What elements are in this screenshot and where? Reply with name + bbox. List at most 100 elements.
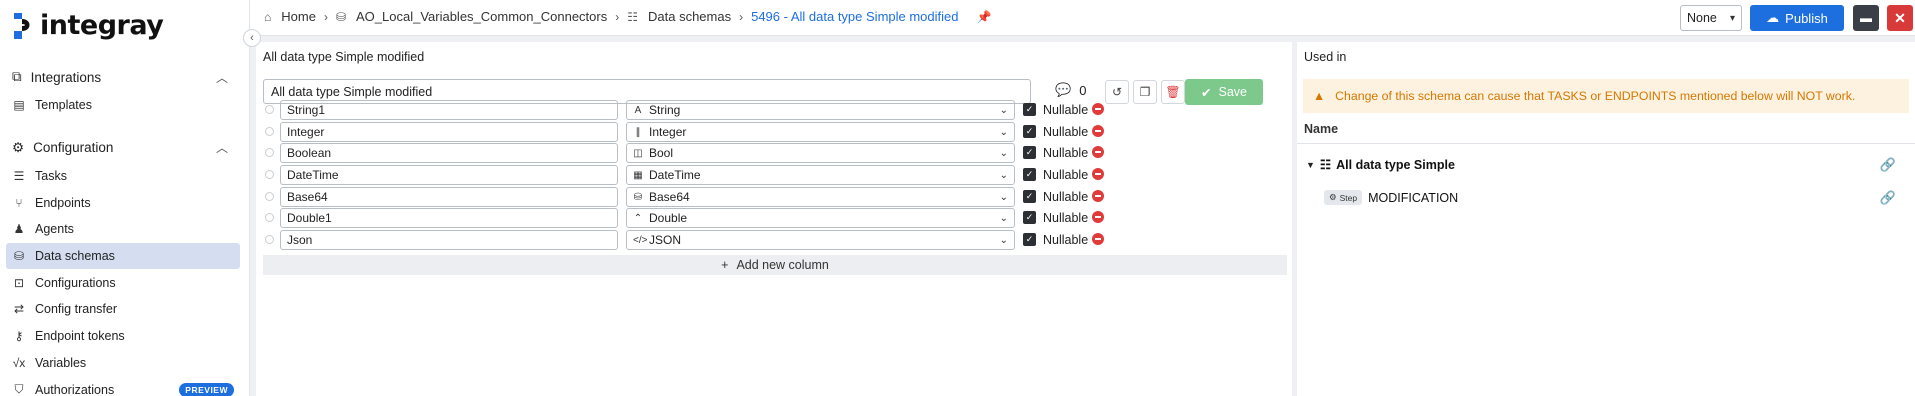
stage-select[interactable]: None ▾ <box>1680 5 1742 31</box>
column-type-select[interactable]: A String ⌄ <box>626 100 1015 120</box>
column-type-value: Base64 <box>649 190 690 204</box>
logo-text: integray <box>40 10 164 41</box>
remove-column-button[interactable] <box>1092 168 1104 180</box>
link-icon[interactable]: 🔗 <box>1880 190 1896 206</box>
drag-handle[interactable] <box>265 235 274 244</box>
sidebar-item-tasks[interactable]: ☰ Tasks <box>0 163 250 190</box>
chevron-down-icon: ⌄ <box>999 126 1008 138</box>
remove-column-button[interactable] <box>1092 146 1104 158</box>
integray-logo-icon <box>14 12 30 39</box>
chat-button[interactable]: ▬ <box>1853 5 1879 31</box>
drag-handle[interactable] <box>265 192 274 201</box>
sidebar-item-configurations[interactable]: ⊡ Configurations <box>0 269 250 296</box>
undo-icon: ↺ <box>1111 85 1123 99</box>
column-name-input[interactable]: DateTime <box>280 165 618 185</box>
column-row: Base64 ⛁ Base64 ⌄ ✓ Nullable <box>263 186 1293 208</box>
used-in-item[interactable]: ▼ ☷ All data type Simple 🔗 <box>1306 157 1906 173</box>
column-name-input[interactable]: Boolean <box>280 143 618 163</box>
nullable-checkbox[interactable]: ✓ <box>1023 168 1036 181</box>
column-type-value: JSON <box>649 233 682 247</box>
column-name-input[interactable]: Double1 <box>280 208 618 228</box>
sidebar-item-variables[interactable]: √x Variables <box>0 350 250 377</box>
nullable-checkbox[interactable]: ✓ <box>1023 125 1036 138</box>
remove-column-button[interactable] <box>1092 125 1104 137</box>
sidebar-item-endpoint-tokens[interactable]: ⚷ Endpoint tokens <box>0 323 250 350</box>
column-row: Double1 ⌃ Double ⌄ ✓ Nullable <box>263 207 1293 229</box>
nullable-label: Nullable <box>1043 168 1089 182</box>
drag-handle[interactable] <box>265 148 274 157</box>
remove-column-button[interactable] <box>1092 190 1104 202</box>
nav-group-integrations[interactable]: ⧉ Integrations ︿ <box>0 62 250 92</box>
column-row: String1 A String ⌄ ✓ Nullable <box>263 99 1293 121</box>
sidebar-nav: ⧉ Integrations ︿ ▤ Templates ⚙ Configura… <box>0 62 250 396</box>
drag-handle[interactable] <box>265 213 274 222</box>
column-type-value: String <box>649 103 681 117</box>
used-in-panel: Used in ▲ Change of this schema can caus… <box>1297 42 1915 396</box>
drag-handle[interactable] <box>265 170 274 179</box>
column-name-input[interactable]: Json <box>280 230 618 250</box>
sidebar-item-config-transfer[interactable]: ⇄ Config transfer <box>0 296 250 323</box>
sidebar-item-data-schemas[interactable]: ⛁ Data schemas <box>6 242 240 270</box>
pin-icon[interactable]: 📌 <box>977 10 992 24</box>
repository-icon: ⛁ <box>335 9 346 24</box>
nullable-checkbox[interactable]: ✓ <box>1023 103 1036 116</box>
column-name-input[interactable]: Integer <box>280 122 618 142</box>
column-row: Boolean ◫ Bool ⌄ ✓ Nullable <box>263 142 1293 164</box>
sidebar-item-endpoints[interactable]: ⑂ Endpoints <box>0 189 250 216</box>
configurations-icon: ⊡ <box>13 275 25 290</box>
nav-group-label: Integrations <box>30 69 102 85</box>
collapse-sidebar-button[interactable]: ‹ <box>243 29 261 47</box>
sidebar-item-label: Authorizations <box>35 382 115 396</box>
breadcrumb-data-schemas[interactable]: Data schemas <box>648 9 731 24</box>
gear-icon: ⚙ <box>12 139 25 155</box>
column-type-select[interactable]: </> JSON ⌄ <box>626 230 1015 250</box>
remove-column-button[interactable] <box>1092 211 1104 223</box>
nullable-checkbox[interactable]: ✓ <box>1023 233 1036 246</box>
caret-down-icon[interactable]: ▼ <box>1306 160 1315 170</box>
copy-icon: ❐ <box>1139 85 1151 99</box>
column-row: Json </> JSON ⌄ ✓ Nullable <box>263 229 1293 251</box>
remove-column-button[interactable] <box>1092 233 1104 245</box>
column-type-select[interactable]: ⛁ Base64 ⌄ <box>626 187 1015 207</box>
column-row: DateTime ▦ DateTime ⌄ ✓ Nullable <box>263 164 1293 186</box>
check-icon: ✔ <box>1201 85 1212 100</box>
nav-group-configuration[interactable]: ⚙ Configuration ︿ <box>0 133 250 163</box>
nullable-checkbox[interactable]: ✓ <box>1023 211 1036 224</box>
column-type-select[interactable]: ◫ Bool ⌄ <box>626 143 1015 163</box>
breadcrumb-repository[interactable]: AO_Local_Variables_Common_Connectors <box>356 9 607 24</box>
drag-handle[interactable] <box>265 105 274 114</box>
close-button[interactable]: ✕ <box>1887 5 1913 31</box>
column-type-select[interactable]: ∥ Integer ⌄ <box>626 122 1015 142</box>
used-in-step[interactable]: ⚙ Step MODIFICATION 🔗 <box>1324 190 1906 205</box>
remove-column-button[interactable] <box>1092 103 1104 115</box>
column-name-input[interactable]: String1 <box>280 100 618 120</box>
column-type-select[interactable]: ▦ DateTime ⌄ <box>626 165 1015 185</box>
column-name-input[interactable]: Base64 <box>280 187 618 207</box>
used-in-item-label: All data type Simple <box>1336 157 1455 172</box>
sidebar-item-authorizations[interactable]: ⛉ Authorizations PREVIEW <box>0 376 250 396</box>
step-badge: ⚙ Step <box>1324 190 1363 205</box>
schema-editor: All data type Simple modified All data t… <box>256 42 1292 396</box>
publish-button[interactable]: ☁ Publish <box>1750 5 1844 31</box>
column-type-select[interactable]: ⌃ Double ⌄ <box>626 208 1015 228</box>
drag-handle[interactable] <box>265 127 274 136</box>
database-icon: ⛁ <box>633 191 643 203</box>
name-column-header: Name <box>1304 122 1339 136</box>
sidebar-item-label: Templates <box>35 98 92 113</box>
comments-button[interactable]: 💬 0 <box>1055 82 1086 98</box>
code-icon: </> <box>633 234 648 246</box>
sidebar-item-agents[interactable]: ♟ Agents <box>0 216 250 243</box>
nullable-checkbox[interactable]: ✓ <box>1023 190 1036 203</box>
logo[interactable]: integray <box>10 10 164 41</box>
stage-select-value: None <box>1687 11 1717 25</box>
sidebar-item-templates[interactable]: ▤ Templates <box>0 92 250 119</box>
sidebar-item-label: Configurations <box>35 275 116 290</box>
add-column-button[interactable]: + Add new column <box>263 255 1287 275</box>
save-label: Save <box>1218 85 1247 99</box>
link-icon[interactable]: 🔗 <box>1880 157 1896 173</box>
nullable-checkbox[interactable]: ✓ <box>1023 146 1036 159</box>
agent-icon: ♟ <box>13 222 25 237</box>
data-schema-icon: ⛁ <box>13 249 25 264</box>
tasks-icon: ☰ <box>13 169 25 184</box>
breadcrumb-home[interactable]: Home <box>281 9 316 24</box>
